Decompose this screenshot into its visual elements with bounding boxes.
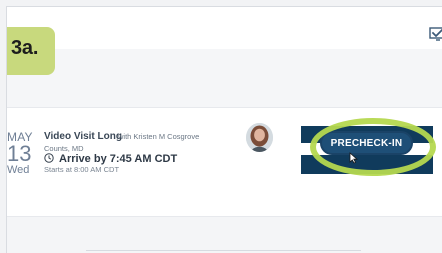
appointment-card[interactable]: MAY 13 Wed Video Visit Long with Kristen… xyxy=(7,107,442,217)
step-label: 3a. xyxy=(11,37,39,59)
divider xyxy=(86,250,361,251)
arrive-time: Arrive by 7:45 AM CDT xyxy=(59,153,178,165)
app-frame: MAY 13 Wed Video Visit Long with Kristen… xyxy=(6,6,442,253)
appointment-provider-credential: Counts, MD xyxy=(44,144,84,153)
checkin-icon[interactable] xyxy=(429,25,442,43)
upper-band xyxy=(7,49,442,107)
appointment-title: Video Visit Long xyxy=(44,131,122,142)
precheck-container: PRECHECK-IN xyxy=(301,126,433,174)
clock-icon xyxy=(44,153,54,163)
precheck-in-button[interactable]: PRECHECK-IN xyxy=(320,131,413,155)
cursor-icon xyxy=(349,152,359,164)
start-time: Starts at 8:00 AM CDT xyxy=(44,165,120,174)
provider-avatar xyxy=(246,123,273,152)
step-badge: 3a. xyxy=(7,27,55,75)
appointment-weekday: Wed xyxy=(7,164,30,176)
appointment-provider: with Kristen M Cosgrove xyxy=(118,132,200,141)
top-bar xyxy=(7,7,442,50)
